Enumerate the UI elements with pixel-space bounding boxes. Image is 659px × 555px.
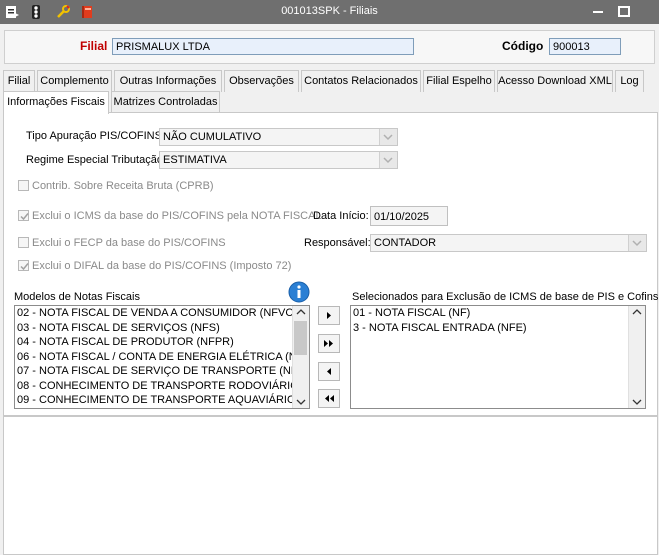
tab-outras-informacoes[interactable]: Outras Informações [114, 70, 222, 92]
header-panel: Filial PRISMALUX LTDA Código 900013 [4, 30, 655, 64]
chevron-down-icon[interactable] [296, 398, 306, 406]
tab-matrizes-controladas[interactable]: Matrizes Controladas [111, 91, 220, 113]
double-arrow-right-icon [324, 340, 333, 347]
list-item[interactable]: 09 - CONHECIMENTO DE TRANSPORTE AQUAVIÁR… [15, 393, 309, 408]
list-item[interactable]: 01 - NOTA FISCAL (NF) [351, 306, 645, 321]
list-item[interactable]: 08 - CONHECIMENTO DE TRANSPORTE RODOVIÁR… [15, 379, 309, 394]
chevron-down-icon[interactable] [379, 129, 397, 145]
window-title: 001013SPK - Filiais [281, 5, 378, 17]
tab-observacoes[interactable]: Observações [224, 70, 299, 92]
selecionados-list[interactable]: 01 - NOTA FISCAL (NF) 3 - NOTA FISCAL EN… [350, 305, 646, 409]
regime-value: ESTIMATIVA [163, 154, 227, 166]
fiscal-panel: Tipo Apuração PIS/COFINS: NÃO CUMULATIVO… [3, 112, 658, 416]
responsavel-label: Responsável: [304, 237, 371, 249]
filial-field[interactable]: PRISMALUX LTDA [112, 38, 414, 55]
codigo-field[interactable]: 900013 [549, 38, 621, 55]
remove-all-button[interactable] [318, 389, 340, 408]
tipo-apuracao-value: NÃO CUMULATIVO [163, 131, 262, 143]
check-icon [20, 263, 29, 271]
responsavel-select[interactable]: CONTADOR [370, 234, 647, 252]
codigo-label: Código [502, 39, 544, 53]
tabs-row-2: Informações Fiscais Matrizes Controladas [0, 91, 659, 114]
regime-select[interactable]: ESTIMATIVA [159, 151, 398, 169]
chevron-up-icon[interactable] [632, 308, 642, 316]
scroll-thumb[interactable] [294, 321, 307, 355]
regime-label: Regime Especial Tributação: [26, 154, 167, 166]
tipo-apuracao-select[interactable]: NÃO CUMULATIVO [159, 128, 398, 146]
modelos-label: Modelos de Notas Fiscais [14, 291, 140, 303]
list-item[interactable]: 06 - NOTA FISCAL / CONTA DE ENERGIA ELÉT… [15, 350, 309, 365]
selecionados-scrollbar[interactable] [628, 306, 645, 408]
list-item[interactable]: 02 - NOTA FISCAL DE VENDA A CONSUMIDOR (… [15, 306, 309, 321]
tab-acesso-download-xml[interactable]: Acesso Download XML [497, 70, 613, 92]
tab-contatos-relacionados[interactable]: Contatos Relacionados [301, 70, 421, 92]
minimize-icon[interactable] [591, 5, 605, 18]
add-all-button[interactable] [318, 334, 340, 353]
tipo-apuracao-label: Tipo Apuração PIS/COFINS: [26, 130, 165, 142]
title-bar: 001013SPK - Filiais [0, 0, 659, 24]
list-item[interactable]: 04 - NOTA FISCAL DE PRODUTOR (NFPR) [15, 335, 309, 350]
list-item[interactable]: 3 - NOTA FISCAL ENTRADA (NFE) [351, 321, 645, 336]
info-icon[interactable] [288, 281, 310, 303]
tab-complemento[interactable]: Complemento [37, 70, 112, 92]
list-item[interactable]: 07 - NOTA FISCAL DE SERVIÇO DE TRANSPORT… [15, 364, 309, 379]
icms-label: Exclui o ICMS da base do PIS/COFINS pela… [32, 210, 322, 222]
modelos-list[interactable]: 02 - NOTA FISCAL DE VENDA A CONSUMIDOR (… [14, 305, 310, 409]
data-inicio-field[interactable]: 01/10/2025 [370, 206, 448, 226]
difal-label: Exclui o DIFAL da base do PIS/COFINS (Im… [32, 260, 292, 272]
fecp-checkbox[interactable] [18, 237, 29, 248]
double-arrow-left-icon [325, 395, 334, 402]
filial-label: Filial [80, 39, 108, 53]
fecp-label: Exclui o FECP da base do PIS/COFINS [32, 237, 226, 249]
list-item[interactable]: 03 - NOTA FISCAL DE SERVIÇOS (NFS) [15, 321, 309, 336]
difal-checkbox[interactable] [18, 260, 29, 271]
chevron-down-icon[interactable] [632, 398, 642, 406]
chevron-down-icon[interactable] [379, 152, 397, 168]
responsavel-value: CONTADOR [374, 237, 437, 249]
maximize-icon[interactable] [617, 5, 631, 18]
data-inicio-label: Data Início: [313, 210, 369, 222]
modelos-scrollbar[interactable] [292, 306, 309, 408]
tab-filial[interactable]: Filial [3, 70, 35, 92]
chevron-up-icon[interactable] [296, 308, 306, 316]
arrow-right-icon [327, 312, 331, 319]
selecionados-label: Selecionados para Exclusão de ICMS de ba… [352, 291, 659, 303]
tab-log[interactable]: Log [615, 70, 644, 92]
tab-informacoes-fiscais[interactable]: Informações Fiscais [3, 91, 109, 114]
footer-area [3, 416, 658, 555]
arrow-left-icon [327, 368, 331, 375]
cprb-checkbox[interactable] [18, 180, 29, 191]
chevron-down-icon[interactable] [628, 235, 646, 251]
remove-button[interactable] [318, 362, 340, 381]
tab-filial-espelho[interactable]: Filial Espelho [423, 70, 495, 92]
cprb-label: Contrib. Sobre Receita Bruta (CPRB) [32, 180, 214, 192]
add-button[interactable] [318, 306, 340, 325]
check-icon [20, 213, 29, 221]
icms-checkbox[interactable] [18, 210, 29, 221]
tabs-row-1: Filial Complemento Outras Informações Ob… [0, 70, 659, 92]
